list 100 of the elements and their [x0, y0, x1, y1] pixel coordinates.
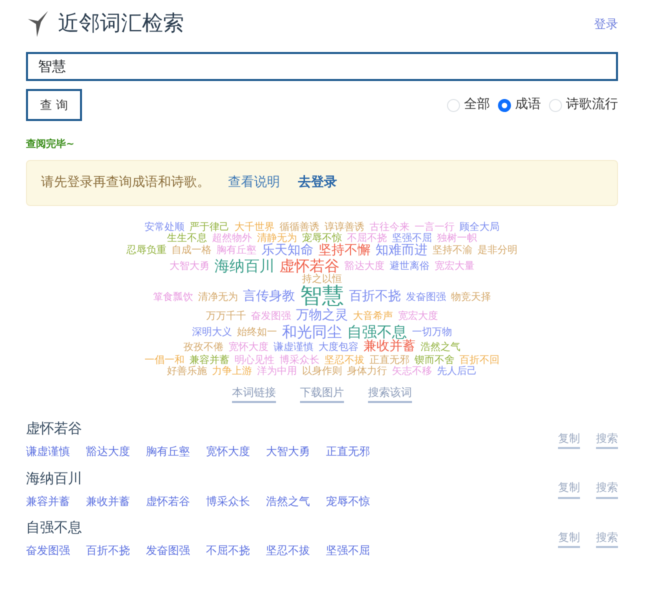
related-word-link[interactable]: 发奋图强	[146, 543, 190, 560]
cloud-word[interactable]: 明心见性	[234, 354, 274, 366]
cloud-word[interactable]: 坚持不懈	[318, 244, 370, 258]
related-word-link[interactable]: 胸有丘壑	[146, 444, 190, 461]
cloud-word[interactable]: 宽宏大度	[398, 311, 438, 322]
cloud-word[interactable]: 清净无为	[198, 292, 238, 303]
cloud-word[interactable]: 宠辱不惊	[302, 232, 342, 244]
cloud-word[interactable]: 宽怀大度	[228, 342, 268, 353]
related-word-link[interactable]: 浩然之气	[266, 494, 310, 510]
related-word-link[interactable]: 虚怀若谷	[146, 494, 190, 510]
cloud-word[interactable]: 海纳百川	[214, 258, 274, 274]
related-word-link[interactable]: 大智大勇	[266, 444, 310, 461]
cloud-word[interactable]: 言传身教	[243, 290, 295, 305]
related-word-link[interactable]: 奋发图强	[26, 543, 70, 560]
cloud-word[interactable]: 循循善诱	[280, 222, 320, 232]
search-button[interactable]: 查 询	[26, 89, 82, 121]
cloud-word[interactable]: 顾全大局	[460, 222, 500, 232]
related-word-link[interactable]: 坚强不屈	[326, 543, 370, 560]
result-action-link[interactable]: 搜索	[596, 480, 618, 499]
notice-link[interactable]: 去登录	[298, 175, 337, 190]
cloud-word[interactable]: 自成一格	[172, 245, 212, 256]
cloud-word[interactable]: 矢志不移	[392, 366, 432, 377]
cloud-word[interactable]: 力争上游	[212, 366, 252, 377]
cloud-word[interactable]: 万万千千	[206, 311, 246, 322]
cloud-word[interactable]: 发奋图强	[406, 292, 446, 303]
notice-link[interactable]: 查看说明	[228, 175, 280, 190]
cloud-word[interactable]: 古往今来	[370, 222, 410, 232]
cloud-word[interactable]: 身体力行	[347, 366, 387, 377]
related-word-link[interactable]: 豁达大度	[86, 444, 130, 461]
cloud-word[interactable]: 兼收并蓄	[364, 340, 416, 355]
cloud-link[interactable]: 下载图片	[300, 384, 344, 404]
cloud-word[interactable]: 是非分明	[478, 245, 518, 256]
result-action-link[interactable]: 复制	[558, 530, 580, 548]
cloud-word[interactable]: 谆谆善诱	[324, 222, 364, 232]
result-action-link[interactable]: 复制	[558, 430, 580, 450]
cloud-word[interactable]: 知难而进	[376, 244, 428, 258]
cloud-word[interactable]: 忍辱负重	[126, 245, 166, 256]
cloud-word[interactable]: 洋为中用	[257, 366, 297, 377]
login-link[interactable]: 登录	[594, 15, 618, 33]
cloud-word[interactable]: 谦虚谨慎	[274, 342, 314, 353]
result-action-link[interactable]: 搜索	[596, 430, 618, 450]
cloud-word[interactable]: 百折不挠	[349, 290, 401, 305]
cloud-word[interactable]: 好善乐施	[167, 366, 207, 377]
cloud-word[interactable]: 大度包容	[318, 342, 358, 353]
cloud-link[interactable]: 本词链接	[232, 384, 276, 404]
cloud-word[interactable]: 物竞天择	[451, 292, 491, 303]
cloud-word[interactable]: 始终如一	[237, 326, 277, 338]
search-field[interactable]: 智慧	[26, 52, 618, 81]
cloud-word[interactable]: 孜孜不倦	[184, 342, 224, 353]
cloud-word[interactable]: 锲而不舍	[414, 354, 454, 366]
cloud-word[interactable]: 大音希声	[353, 311, 393, 322]
result-action-link[interactable]: 复制	[558, 480, 580, 499]
related-word-link[interactable]: 正直无邪	[326, 444, 370, 461]
cloud-word[interactable]: 坚忍不拔	[324, 354, 364, 366]
cloud-word[interactable]: 以身作则	[302, 366, 342, 377]
cloud-word[interactable]: 和光同尘	[282, 324, 342, 340]
cloud-word[interactable]: 深明大义	[192, 326, 232, 338]
related-word-link[interactable]: 不屈不挠	[206, 543, 250, 560]
result-action-link[interactable]: 搜索	[596, 530, 618, 548]
cloud-word[interactable]: 一切万物	[412, 326, 452, 338]
cloud-word[interactable]: 奋发图强	[251, 311, 291, 322]
cloud-word[interactable]: 超然物外	[212, 232, 252, 244]
cloud-word[interactable]: 避世离俗	[390, 260, 430, 272]
related-word-link[interactable]: 宠辱不惊	[326, 494, 370, 510]
cloud-word[interactable]: 大千世界	[234, 222, 274, 232]
related-word-link[interactable]: 宽怀大度	[206, 444, 250, 461]
related-word-link[interactable]: 兼收并蓄	[86, 494, 130, 510]
cloud-word[interactable]: 严于律己	[190, 222, 230, 232]
related-word-link[interactable]: 博采众长	[206, 494, 250, 510]
related-word-link[interactable]: 谦虚谨慎	[26, 444, 70, 461]
cloud-word[interactable]: 独树一帜	[437, 232, 477, 244]
scope-radio[interactable]	[498, 98, 511, 112]
cloud-word[interactable]: 百折不回	[460, 354, 500, 366]
cloud-word[interactable]: 万物之灵	[296, 309, 348, 324]
cloud-word[interactable]: 坚强不屈	[392, 232, 432, 244]
cloud-word[interactable]: 先人后己	[437, 366, 477, 377]
cloud-word[interactable]: 乐天知命	[262, 244, 314, 258]
cloud-word[interactable]: 坚持不渝	[432, 245, 472, 256]
related-word-link[interactable]: 百折不挠	[86, 543, 130, 560]
cloud-link[interactable]: 搜索该词	[368, 384, 412, 404]
cloud-word[interactable]: 豁达大度	[344, 260, 384, 272]
cloud-word[interactable]: 博采众长	[280, 354, 320, 366]
cloud-word[interactable]: 一言一行	[414, 222, 454, 232]
cloud-word[interactable]: 胸有丘壑	[216, 245, 256, 256]
related-word-link[interactable]: 坚忍不拔	[266, 543, 310, 560]
cloud-word[interactable]: 正直无邪	[370, 354, 410, 366]
cloud-word[interactable]: 自强不息	[347, 324, 407, 340]
cloud-word[interactable]: 宽宏大量	[434, 260, 474, 272]
cloud-word[interactable]: 清静无为	[257, 232, 297, 244]
cloud-word[interactable]: 浩然之气	[420, 342, 460, 353]
cloud-word[interactable]: 生生不息	[167, 232, 207, 244]
cloud-word[interactable]: 大智大勇	[170, 260, 210, 272]
cloud-word[interactable]: 一倡一和	[144, 354, 184, 366]
cloud-word[interactable]: 智慧	[300, 285, 344, 310]
cloud-word[interactable]: 安常处顺	[144, 222, 184, 232]
cloud-word[interactable]: 持之以恒	[302, 274, 342, 286]
cloud-word[interactable]: 不屈不挠	[347, 232, 387, 244]
cloud-word[interactable]: 虚怀若谷	[280, 258, 340, 274]
related-word-link[interactable]: 兼容并蓄	[26, 494, 70, 510]
cloud-word[interactable]: 兼容并蓄	[190, 354, 230, 366]
